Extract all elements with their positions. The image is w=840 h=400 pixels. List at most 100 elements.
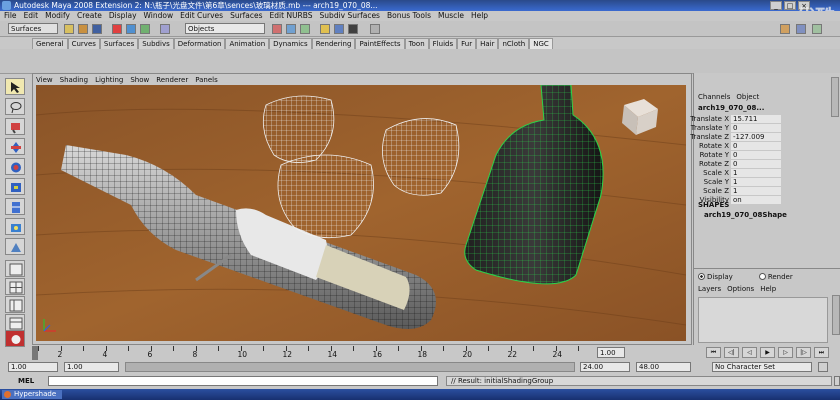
layout-four-pane[interactable] [5,278,25,295]
channel-value-field[interactable]: 1 [731,187,781,195]
channel-label[interactable]: Scale Z [703,187,729,196]
panel-menu-lighting[interactable]: Lighting [95,75,123,85]
panel-menu-panels[interactable]: Panels [195,75,218,85]
panel-menu-view[interactable]: View [36,75,53,85]
render-icon[interactable] [320,24,330,34]
channel-value-field[interactable]: -127.009 [731,133,781,141]
script-editor-icon[interactable] [834,376,840,386]
menu-modify[interactable]: Modify [45,11,70,21]
shelf-tab-general[interactable]: General [32,38,68,49]
move-tool[interactable] [5,138,25,155]
soft-mod-tool[interactable] [5,218,25,235]
snap-view-icon[interactable] [300,24,310,34]
channel-box-icon[interactable] [812,24,822,34]
select-object-icon[interactable] [126,24,136,34]
universal-manip-tool[interactable] [5,198,25,215]
shelf-tab-rendering[interactable]: Rendering [311,38,356,49]
channel-value-field[interactable]: 1 [731,178,781,186]
menu-bonus-tools[interactable]: Bonus Tools [387,11,431,21]
attribute-editor-side-tab[interactable] [831,77,839,117]
shape-node-name[interactable]: arch19_070_08Shape [704,211,787,219]
step-back-key-button[interactable]: ◁| [724,347,739,358]
layers-menu[interactable]: Layers [698,285,721,293]
shelf-tab-dynamics[interactable]: Dynamics [269,38,312,49]
ipr-render-icon[interactable] [334,24,344,34]
maximize-button[interactable]: □ [784,1,796,10]
channel-label[interactable]: Translate Y [691,124,729,133]
shelf-tab-curves[interactable]: Curves [67,38,100,49]
input-field-icon[interactable] [370,24,380,34]
selected-object-name[interactable]: arch19_070_08... [698,104,764,112]
perspective-viewport[interactable] [36,85,686,341]
snap-curve-icon[interactable] [272,24,282,34]
menu-edit-curves[interactable]: Edit Curves [180,11,223,21]
channel-value-field[interactable]: on [731,196,781,204]
attribute-editor-icon[interactable] [780,24,790,34]
playback-start-field[interactable]: 1.00 [64,362,119,372]
channel-value-field[interactable]: 0 [731,142,781,150]
select-hierarchy-icon[interactable] [112,24,122,34]
menu-file[interactable]: File [4,11,17,21]
scale-tool[interactable] [5,178,25,195]
new-scene-icon[interactable] [64,24,74,34]
go-to-end-button[interactable]: ⏭ [814,347,829,358]
rotate-tool[interactable] [5,158,25,175]
snap-grid-icon[interactable] [160,24,170,34]
channel-value-field[interactable]: 15.711 [731,115,781,123]
menu-set-dropdown[interactable]: Surfaces [8,23,58,34]
channel-label[interactable]: Rotate X [699,142,729,151]
time-slider[interactable]: 2 4 6 8 10 12 14 16 18 20 22 24 [32,346,592,360]
go-to-start-button[interactable]: ⏮ [706,347,721,358]
shelf-tab-painteffects[interactable]: PaintEffects [355,38,405,49]
menu-create[interactable]: Create [77,11,102,21]
render-layer-radio[interactable]: Render [758,273,793,281]
step-forward-key-button[interactable]: |▷ [796,347,811,358]
shelf-tab-fur[interactable]: Fur [457,38,477,49]
shelf-tab-fluids[interactable]: Fluids [428,38,458,49]
lasso-tool[interactable] [5,98,25,115]
selection-mask-field[interactable]: Objects [185,23,265,34]
layout-single-pane[interactable] [5,260,25,277]
channel-value-field[interactable]: 1 [731,169,781,177]
play-forward-button[interactable]: ▶ [760,347,775,358]
menu-display[interactable]: Display [109,11,137,21]
animation-end-field[interactable]: 48.00 [636,362,691,372]
tool-settings-icon[interactable] [796,24,806,34]
select-component-icon[interactable] [140,24,150,34]
minimize-button[interactable]: _ [770,1,782,10]
hypershade-button[interactable] [5,330,25,347]
shelf-tab-ngc[interactable]: NGC [529,38,553,49]
menu-subdiv-surfaces[interactable]: Subdiv Surfaces [320,11,380,21]
command-language-label[interactable]: MEL [18,377,34,385]
shelf-tab-surfaces[interactable]: Surfaces [99,38,139,49]
menu-edit-nurbs[interactable]: Edit NURBS [270,11,313,21]
playback-end-field[interactable]: 24.00 [580,362,630,372]
channel-label[interactable]: Scale X [703,169,729,178]
display-layer-radio[interactable]: Display [698,273,733,281]
animation-start-field[interactable]: 1.00 [8,362,58,372]
panel-menu-shading[interactable]: Shading [60,75,88,85]
channel-label[interactable]: Translate Z [690,133,729,142]
select-tool[interactable] [5,78,25,95]
character-set-dropdown[interactable]: No Character Set [712,362,812,372]
menu-window[interactable]: Window [144,11,174,21]
render-settings-icon[interactable] [348,24,358,34]
menu-edit[interactable]: Edit [24,11,39,21]
options-menu[interactable]: Options [727,285,754,293]
panel-menu-show[interactable]: Show [130,75,149,85]
shelf-tab-toon[interactable]: Toon [404,38,429,49]
channel-label[interactable]: Scale Y [704,178,729,187]
channel-value-field[interactable]: 0 [731,124,781,132]
layer-side-tab[interactable] [832,295,840,335]
channels-menu[interactable]: Channels [698,93,730,101]
help-menu[interactable]: Help [760,285,776,293]
step-back-frame-button[interactable]: ◁ [742,347,757,358]
shelf-tab-animation[interactable]: Animation [225,38,270,49]
open-scene-icon[interactable] [78,24,88,34]
channel-value-field[interactable]: 0 [731,151,781,159]
menu-surfaces[interactable]: Surfaces [230,11,262,21]
hypershade-task[interactable]: Hypershade [2,390,63,399]
menu-help[interactable]: Help [471,11,488,21]
channel-label[interactable]: Translate X [690,115,729,124]
save-scene-icon[interactable] [92,24,102,34]
